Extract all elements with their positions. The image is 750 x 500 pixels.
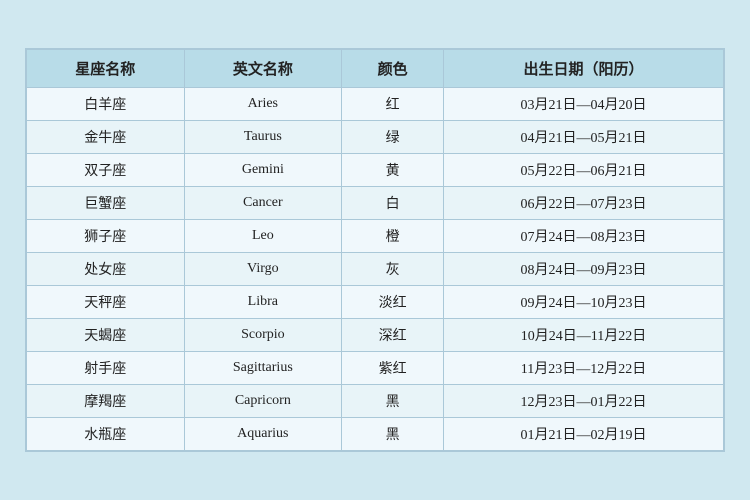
cell-english-name: Sagittarius: [184, 352, 342, 385]
cell-chinese-name: 天蝎座: [27, 319, 185, 352]
cell-color: 红: [342, 88, 444, 121]
table-row: 水瓶座Aquarius黑01月21日—02月19日: [27, 418, 724, 451]
cell-english-name: Scorpio: [184, 319, 342, 352]
cell-color: 紫红: [342, 352, 444, 385]
cell-dates: 01月21日—02月19日: [444, 418, 724, 451]
zodiac-table: 星座名称 英文名称 颜色 出生日期（阳历） 白羊座Aries红03月21日—04…: [25, 48, 725, 452]
cell-chinese-name: 金牛座: [27, 121, 185, 154]
col-header-english: 英文名称: [184, 50, 342, 88]
cell-dates: 04月21日—05月21日: [444, 121, 724, 154]
table-row: 天秤座Libra淡红09月24日—10月23日: [27, 286, 724, 319]
col-header-color: 颜色: [342, 50, 444, 88]
cell-english-name: Cancer: [184, 187, 342, 220]
cell-english-name: Aquarius: [184, 418, 342, 451]
cell-dates: 07月24日—08月23日: [444, 220, 724, 253]
cell-dates: 09月24日—10月23日: [444, 286, 724, 319]
cell-dates: 12月23日—01月22日: [444, 385, 724, 418]
cell-color: 橙: [342, 220, 444, 253]
table-row: 摩羯座Capricorn黑12月23日—01月22日: [27, 385, 724, 418]
cell-color: 绿: [342, 121, 444, 154]
cell-color: 淡红: [342, 286, 444, 319]
cell-english-name: Virgo: [184, 253, 342, 286]
cell-english-name: Aries: [184, 88, 342, 121]
cell-color: 白: [342, 187, 444, 220]
cell-dates: 03月21日—04月20日: [444, 88, 724, 121]
table-header-row: 星座名称 英文名称 颜色 出生日期（阳历）: [27, 50, 724, 88]
cell-color: 灰: [342, 253, 444, 286]
cell-english-name: Libra: [184, 286, 342, 319]
table-row: 天蝎座Scorpio深红10月24日—11月22日: [27, 319, 724, 352]
col-header-chinese: 星座名称: [27, 50, 185, 88]
cell-chinese-name: 白羊座: [27, 88, 185, 121]
cell-english-name: Gemini: [184, 154, 342, 187]
cell-chinese-name: 水瓶座: [27, 418, 185, 451]
table-row: 狮子座Leo橙07月24日—08月23日: [27, 220, 724, 253]
col-header-dates: 出生日期（阳历）: [444, 50, 724, 88]
cell-english-name: Capricorn: [184, 385, 342, 418]
table-row: 巨蟹座Cancer白06月22日—07月23日: [27, 187, 724, 220]
table-row: 双子座Gemini黄05月22日—06月21日: [27, 154, 724, 187]
cell-english-name: Taurus: [184, 121, 342, 154]
cell-english-name: Leo: [184, 220, 342, 253]
table-row: 白羊座Aries红03月21日—04月20日: [27, 88, 724, 121]
table-row: 射手座Sagittarius紫红11月23日—12月22日: [27, 352, 724, 385]
cell-dates: 11月23日—12月22日: [444, 352, 724, 385]
cell-dates: 06月22日—07月23日: [444, 187, 724, 220]
cell-dates: 10月24日—11月22日: [444, 319, 724, 352]
cell-chinese-name: 巨蟹座: [27, 187, 185, 220]
cell-color: 黑: [342, 418, 444, 451]
cell-chinese-name: 处女座: [27, 253, 185, 286]
cell-chinese-name: 狮子座: [27, 220, 185, 253]
cell-chinese-name: 双子座: [27, 154, 185, 187]
cell-color: 黑: [342, 385, 444, 418]
cell-dates: 05月22日—06月21日: [444, 154, 724, 187]
table-row: 金牛座Taurus绿04月21日—05月21日: [27, 121, 724, 154]
cell-chinese-name: 天秤座: [27, 286, 185, 319]
cell-color: 黄: [342, 154, 444, 187]
cell-chinese-name: 射手座: [27, 352, 185, 385]
cell-dates: 08月24日—09月23日: [444, 253, 724, 286]
cell-color: 深红: [342, 319, 444, 352]
cell-chinese-name: 摩羯座: [27, 385, 185, 418]
table-row: 处女座Virgo灰08月24日—09月23日: [27, 253, 724, 286]
